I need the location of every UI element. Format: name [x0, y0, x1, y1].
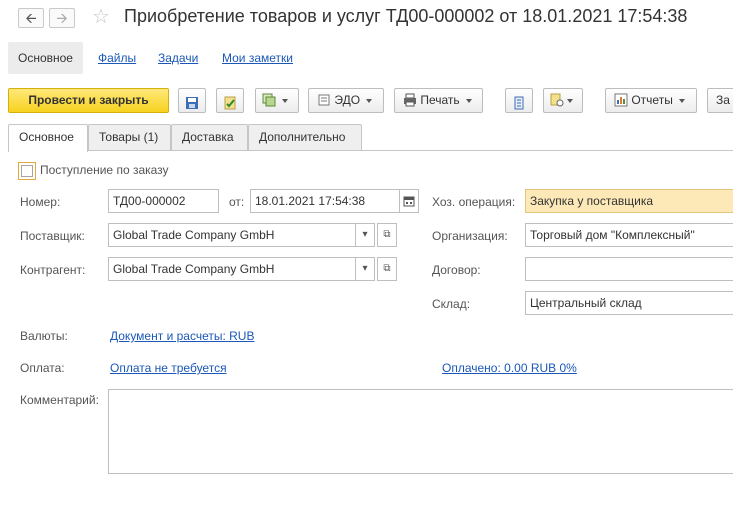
warehouse-label: Склад:	[432, 297, 471, 311]
tab-main[interactable]: Основное	[8, 124, 88, 152]
edo-icon	[318, 94, 330, 106]
back-button[interactable]: 🡨	[18, 8, 44, 28]
journal-button[interactable]	[505, 88, 533, 113]
currency-label: Валюты:	[20, 329, 68, 343]
open-icon: ⧉	[383, 229, 391, 240]
section-tasks[interactable]: Задачи	[158, 42, 198, 74]
date-label: от:	[229, 195, 245, 209]
tab-additional[interactable]: Дополнительно	[248, 124, 362, 150]
arrow-left-icon: 🡨	[25, 10, 37, 26]
currency-link[interactable]: Документ и расчеты: RUB	[110, 329, 254, 343]
counterparty-label: Контрагент:	[20, 263, 86, 277]
supplier-field[interactable]: Global Trade Company GmbH	[108, 223, 356, 247]
warehouse-field[interactable]: Центральный склад	[525, 291, 733, 315]
operation-label: Хоз. операция:	[432, 195, 516, 209]
counterparty-field[interactable]: Global Trade Company GmbH	[108, 257, 356, 281]
print-menu[interactable]: Печать	[394, 88, 483, 113]
tab-goods[interactable]: Товары (1)	[88, 124, 171, 150]
reports-icon	[614, 93, 628, 107]
reports-menu[interactable]: Отчеты	[605, 88, 697, 113]
more-button[interactable]: За	[707, 88, 733, 113]
counterparty-dropdown-button[interactable]: ▾	[355, 257, 375, 281]
by-order-label: Поступление по заказу	[40, 163, 169, 177]
open-icon: ⧉	[383, 263, 391, 274]
supplier-dropdown-button[interactable]: ▾	[355, 223, 375, 247]
section-main[interactable]: Основное	[8, 42, 83, 74]
organization-field[interactable]: Торговый дом "Комплексный"	[525, 223, 733, 247]
paid-link[interactable]: Оплачено: 0.00 RUB 0%	[442, 361, 577, 375]
reports-label: Отчеты	[631, 93, 673, 107]
document-structure-icon	[550, 93, 564, 107]
contract-field[interactable]	[525, 257, 733, 281]
organization-label: Организация:	[432, 229, 508, 243]
post-document-icon	[224, 96, 236, 110]
arrow-right-icon: 🡪	[56, 10, 68, 26]
forward-button[interactable]: 🡪	[49, 8, 75, 28]
tab-divider	[8, 150, 733, 151]
supplier-open-button[interactable]: ⧉	[377, 223, 397, 247]
chevron-down-icon	[465, 98, 472, 103]
contract-label: Договор:	[432, 263, 481, 277]
save-button[interactable]	[178, 88, 206, 113]
print-label: Печать	[420, 93, 460, 107]
chevron-down-icon	[366, 98, 373, 103]
edo-label: ЭДО	[334, 93, 361, 107]
post-button[interactable]	[216, 88, 244, 113]
chevron-down-icon	[678, 98, 685, 103]
section-files[interactable]: Файлы	[98, 42, 136, 74]
comment-label: Комментарий:	[20, 393, 99, 407]
chevron-down-icon	[282, 98, 288, 103]
number-label: Номер:	[20, 195, 61, 209]
post-and-close-button[interactable]: Провести и закрыть	[8, 88, 169, 113]
tab-delivery[interactable]: Доставка	[171, 124, 248, 150]
journal-icon	[514, 96, 524, 110]
save-icon	[186, 96, 198, 109]
section-notes[interactable]: Мои заметки	[222, 42, 293, 74]
comment-textarea[interactable]	[108, 389, 733, 474]
payment-label: Оплата:	[20, 361, 65, 375]
chevron-down-icon	[567, 98, 573, 103]
create-based-icon	[262, 93, 276, 107]
payment-link[interactable]: Оплата не требуется	[110, 361, 227, 375]
printer-icon	[404, 93, 416, 107]
chevron-down-icon: ▾	[362, 229, 368, 240]
date-field[interactable]: 18.01.2021 17:54:38	[250, 189, 400, 213]
window-title: Приобретение товаров и услуг ТД00-000002…	[124, 6, 688, 26]
number-field[interactable]: ТД00-000002	[108, 189, 219, 213]
by-order-checkbox[interactable]	[18, 162, 36, 180]
related-documents-button[interactable]	[543, 88, 583, 113]
counterparty-open-button[interactable]: ⧉	[377, 257, 397, 281]
calendar-icon	[403, 196, 415, 207]
create-based-on-button[interactable]	[255, 88, 299, 113]
supplier-label: Поставщик:	[20, 229, 85, 243]
favorite-star-icon[interactable]: ☆	[92, 5, 110, 29]
edo-menu[interactable]: ЭДО	[308, 88, 384, 113]
calendar-button[interactable]	[399, 189, 419, 213]
chevron-down-icon: ▾	[362, 263, 368, 274]
operation-field[interactable]: Закупка у поставщика	[525, 189, 733, 213]
